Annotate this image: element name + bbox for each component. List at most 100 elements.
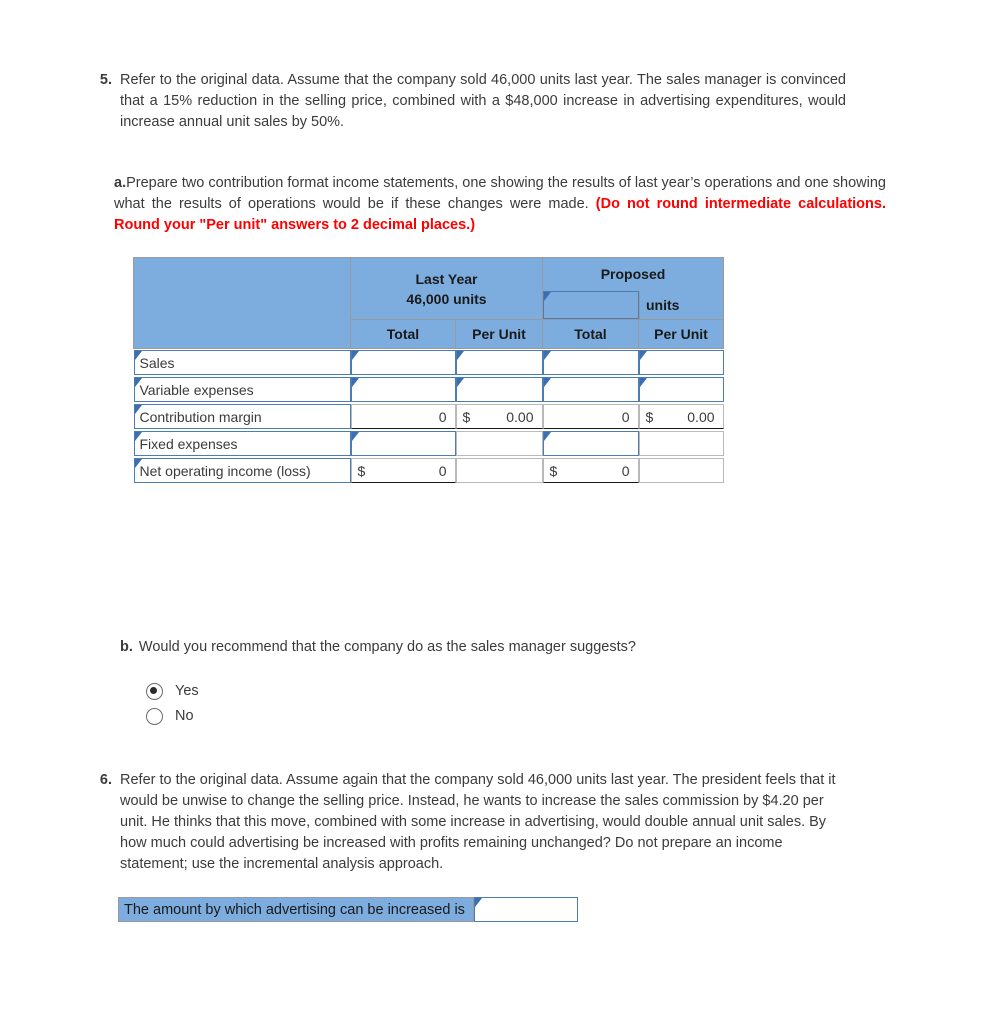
cell-flag-icon [456,351,464,360]
row-label-cell: Variable expenses [133,376,351,403]
cell-flag-icon [474,898,482,907]
cell-flag-icon [351,432,359,441]
cell-fixed-perunit-last-year [455,430,543,457]
input-fixed-total-last-year-value [352,432,455,455]
input-varexp-perunit-proposed-value [640,378,723,401]
cell-sales-total-last-year [350,349,456,377]
readonly-fixed-perunit-proposed [638,431,724,456]
advertising-answer-label: The amount by which advertising can be i… [118,897,474,922]
part-b-text: Would you recommend that the company do … [138,639,636,655]
input-sales-perunit-proposed-value [640,351,723,374]
row-label-sales[interactable]: Sales [133,350,351,375]
readonly-fixed-perunit-last-year-value [457,432,542,455]
input-varexp-total-proposed[interactable] [542,377,639,402]
question-5-number: 5. [99,72,112,88]
table-row: Sales [133,349,724,377]
row-label-contribution-margin-text: Contribution margin [139,409,262,425]
last-year-units: 46,000 units [406,290,487,307]
cell-flag-icon [351,351,359,360]
input-fixed-total-proposed-value [544,432,638,455]
computed-cm-perunit-last-year-symbol: $ [462,408,471,425]
radio-no-icon[interactable] [146,707,163,725]
row-label-cell: Net operating income (loss) [133,457,351,484]
input-varexp-perunit-last-year-value [457,378,542,401]
cell-varexp-perunit-proposed [638,376,724,403]
cell-noi-total-last-year: $ 0 [350,457,456,484]
subheader-per-unit-proposed: Per Unit [637,319,725,349]
part-a-label: a. [114,175,127,191]
cell-varexp-total-proposed [542,376,639,403]
computed-noi-total-last-year-symbol: $ [357,462,366,479]
cell-flag-icon [543,378,551,387]
input-varexp-perunit-last-year[interactable] [455,377,543,402]
part-b: b. Would you recommend that the company … [120,637,636,658]
part-a-body: a.Prepare two contribution format income… [114,173,886,236]
input-sales-perunit-last-year-value [457,351,542,374]
computed-noi-total-proposed-value: 0 [621,462,630,479]
question-5: 5. Refer to the original data. Assume th… [86,70,846,133]
cell-flag-icon [639,351,647,360]
computed-cm-perunit-proposed: $ 0.00 [638,404,724,429]
computed-noi-total-proposed: $ 0 [542,458,639,483]
row-label-fixed-expenses[interactable]: Fixed expenses [133,431,351,456]
cell-cm-perunit-proposed: $ 0.00 [638,403,724,430]
computed-cm-total-last-year-value: 0 [438,408,447,425]
input-sales-perunit-last-year[interactable] [455,350,543,375]
cell-flag-icon [351,378,359,387]
table-corner-cell [133,257,351,349]
proposed-units-input-value [544,292,638,318]
cell-fixed-perunit-proposed [638,430,724,457]
input-varexp-total-last-year-value [352,378,455,401]
cell-flag-icon [543,351,551,360]
row-label-cell: Fixed expenses [133,430,351,457]
recommendation-radio-group: Yes No [146,679,199,729]
row-label-variable-expenses-text: Variable expenses [139,382,254,398]
input-varexp-total-proposed-value [544,378,638,401]
computed-noi-total-last-year: $ 0 [350,458,456,483]
input-sales-total-proposed[interactable] [542,350,639,375]
input-sales-perunit-proposed[interactable] [638,350,724,375]
cell-noi-perunit-proposed [638,457,724,484]
advertising-answer-input[interactable] [473,897,578,922]
table-header-group-row: Last Year 46,000 units Proposed units [133,257,725,349]
cell-sales-total-proposed [542,349,639,377]
table-row: Fixed expenses [133,430,724,457]
row-label-cell: Contribution margin [133,403,351,430]
computed-cm-perunit-last-year-value: 0.00 [506,408,534,425]
proposed-title: Proposed [600,266,666,282]
cell-noi-total-proposed: $ 0 [542,457,639,484]
cell-sales-perunit-last-year [455,349,543,377]
row-label-contribution-margin[interactable]: Contribution margin [133,404,351,429]
proposed-units-label: units [639,291,723,319]
input-varexp-total-last-year[interactable] [350,377,456,402]
cell-flag-icon [134,459,142,468]
radio-yes-icon[interactable] [146,682,163,700]
input-fixed-total-proposed[interactable] [542,431,639,456]
cell-noi-perunit-last-year [455,457,543,484]
subheader-per-unit-last-year: Per Unit [455,319,543,349]
cell-flag-icon [134,351,142,360]
worksheet-page: 5. Refer to the original data. Assume th… [0,0,1006,1024]
cell-varexp-perunit-last-year [455,376,543,403]
advertising-answer-bar: The amount by which advertising can be i… [118,897,578,922]
readonly-noi-perunit-proposed [638,458,724,483]
cell-varexp-total-last-year [350,376,456,403]
row-label-sales-text: Sales [139,355,175,371]
question-5-text: Refer to the original data. Assume that … [120,72,846,130]
input-fixed-total-last-year[interactable] [350,431,456,456]
cell-flag-icon [639,378,647,387]
input-varexp-perunit-proposed[interactable] [638,377,724,402]
cell-flag-icon [544,292,551,301]
cell-flag-icon [134,405,142,414]
row-label-net-operating-income[interactable]: Net operating income (loss) [133,458,351,483]
row-label-cell: Sales [133,349,351,377]
part-b-label: b. [120,639,133,655]
income-statement-table: Last Year 46,000 units Proposed units To… [133,257,725,484]
input-sales-total-last-year-value [352,351,455,374]
proposed-units-input[interactable] [543,291,639,319]
row-label-net-operating-income-text: Net operating income (loss) [139,463,311,479]
input-sales-total-last-year[interactable] [350,350,456,375]
row-label-variable-expenses[interactable]: Variable expenses [133,377,351,402]
radio-option-no[interactable]: No [146,704,199,728]
radio-option-yes[interactable]: Yes [146,679,199,703]
